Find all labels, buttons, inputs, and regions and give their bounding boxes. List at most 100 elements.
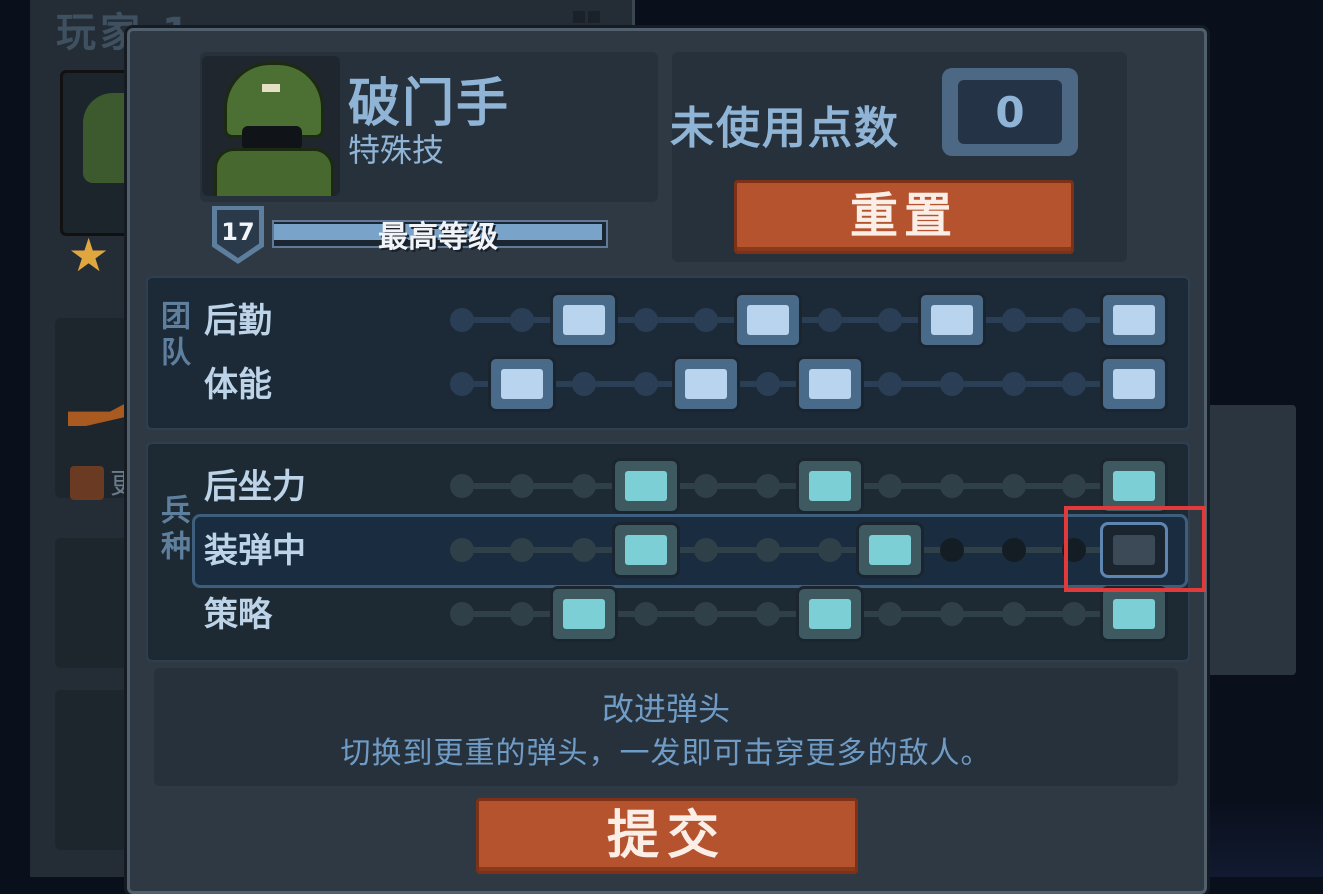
skill-node-dot <box>756 372 780 396</box>
skill-node-dot <box>634 308 658 332</box>
skill-node-dot <box>450 538 474 562</box>
skill-node-dot <box>694 308 718 332</box>
skill-node-dot <box>694 602 718 626</box>
explosive-icon <box>70 466 104 500</box>
skill-node-dot <box>878 602 902 626</box>
skill-glyph <box>685 369 727 399</box>
skill-node-dot <box>1062 602 1086 626</box>
medkit-icon[interactable] <box>918 292 986 348</box>
skill-glyph <box>1113 369 1155 399</box>
class-name: 破门手 <box>348 74 511 134</box>
skill-glyph <box>747 305 789 335</box>
submit-button[interactable]: 提交 <box>476 798 858 874</box>
skill-glyph <box>1113 599 1155 629</box>
row-label-recoil: 后坐力 <box>204 467 306 507</box>
skill-node-dot <box>1062 372 1086 396</box>
skill-node-dot <box>940 372 964 396</box>
background-loadout-slot <box>55 690 130 850</box>
skill-node-dot <box>450 602 474 626</box>
skill-node-dot <box>572 538 596 562</box>
background-stripe <box>1204 800 1323 877</box>
team-category-label: 团队 <box>155 300 190 372</box>
plus-ammo-icon[interactable] <box>612 522 680 578</box>
row-label-stamina: 体能 <box>204 365 272 405</box>
skill-node-dot <box>1002 308 1026 332</box>
sprint-icon[interactable] <box>672 356 740 412</box>
skill-node-dot <box>1002 372 1026 396</box>
star-icon: ★ <box>68 228 110 282</box>
blade-icon[interactable] <box>1100 586 1168 642</box>
skill-node-dot <box>510 602 534 626</box>
skill-node-dot <box>510 474 534 498</box>
skill-glyph <box>1113 305 1155 335</box>
skill-node-dot <box>940 474 964 498</box>
class-portrait <box>202 56 340 196</box>
skill-node-dot <box>510 538 534 562</box>
lock-icon[interactable] <box>796 586 864 642</box>
skill-node-dot <box>694 474 718 498</box>
magazine-icon[interactable] <box>856 522 924 578</box>
skill-node-dot <box>756 538 780 562</box>
skill-node-dot <box>1062 474 1086 498</box>
selected-skill-marker <box>1064 506 1206 592</box>
skill-glyph <box>625 471 667 501</box>
skill-node-dot <box>450 372 474 396</box>
armor-icon[interactable] <box>796 356 864 412</box>
skill-track-line <box>462 547 1134 553</box>
skill-glyph <box>563 599 605 629</box>
skill-description-title: 改进弹头 <box>601 690 730 728</box>
skill-glyph <box>809 471 851 501</box>
grenade-icon[interactable] <box>1100 356 1168 412</box>
background-panel <box>1204 405 1296 675</box>
skill-glyph <box>1113 471 1155 501</box>
grip-icon[interactable] <box>612 458 680 514</box>
skill-node-dot <box>450 474 474 498</box>
crosshair-icon[interactable] <box>550 586 618 642</box>
skill-description-text: 切换到更重的弹头，一发即可击穿更多的敌人。 <box>340 736 992 771</box>
level-number: 17 <box>221 218 255 246</box>
skill-glyph <box>501 369 543 399</box>
supply-icon[interactable] <box>1100 292 1168 348</box>
skill-glyph <box>625 535 667 565</box>
skill-glyph <box>931 305 973 335</box>
skill-node-dot <box>940 538 964 562</box>
menu-icon <box>573 8 603 24</box>
skill-glyph <box>563 305 605 335</box>
skill-node-dot <box>940 602 964 626</box>
knife-icon[interactable] <box>488 356 556 412</box>
reset-button[interactable]: 重置 <box>734 180 1074 254</box>
arms-category-label: 兵种 <box>155 494 190 566</box>
skill-node-dot <box>1062 308 1086 332</box>
skill-node-dot <box>756 602 780 626</box>
skill-glyph <box>809 369 851 399</box>
row-label-logistics: 后勤 <box>204 301 272 341</box>
unused-points-label: 未使用点数 <box>670 103 900 154</box>
skill-glyph <box>809 599 851 629</box>
unused-points-value: 0 <box>995 88 1025 137</box>
shield-plus-icon[interactable] <box>734 292 802 348</box>
skill-node-dot <box>878 372 902 396</box>
skill-node-dot <box>1002 538 1026 562</box>
xp-bar-label: 最高等级 <box>378 220 498 255</box>
stock-icon[interactable] <box>796 458 864 514</box>
skill-node-dot <box>818 538 842 562</box>
skill-node-dot <box>510 308 534 332</box>
skill-node-dot <box>450 308 474 332</box>
skill-node-dot <box>572 372 596 396</box>
skill-glyph <box>869 535 911 565</box>
class-subtitle: 特殊技 <box>348 131 445 169</box>
skill-node-dot <box>572 474 596 498</box>
team-skills-panel <box>146 276 1190 430</box>
ammo-crate-icon[interactable] <box>550 292 618 348</box>
skill-node-dot <box>878 308 902 332</box>
skill-node-dot <box>634 372 658 396</box>
skill-node-dot <box>1002 474 1026 498</box>
skill-node-dot <box>756 474 780 498</box>
row-label-reloading: 装弹中 <box>204 531 306 571</box>
row-label-tactics: 策略 <box>204 595 272 635</box>
skill-node-dot <box>1002 602 1026 626</box>
background-loadout-slot <box>55 538 130 668</box>
skill-node-dot <box>694 538 718 562</box>
skill-node-dot <box>818 308 842 332</box>
skill-node-dot <box>878 474 902 498</box>
